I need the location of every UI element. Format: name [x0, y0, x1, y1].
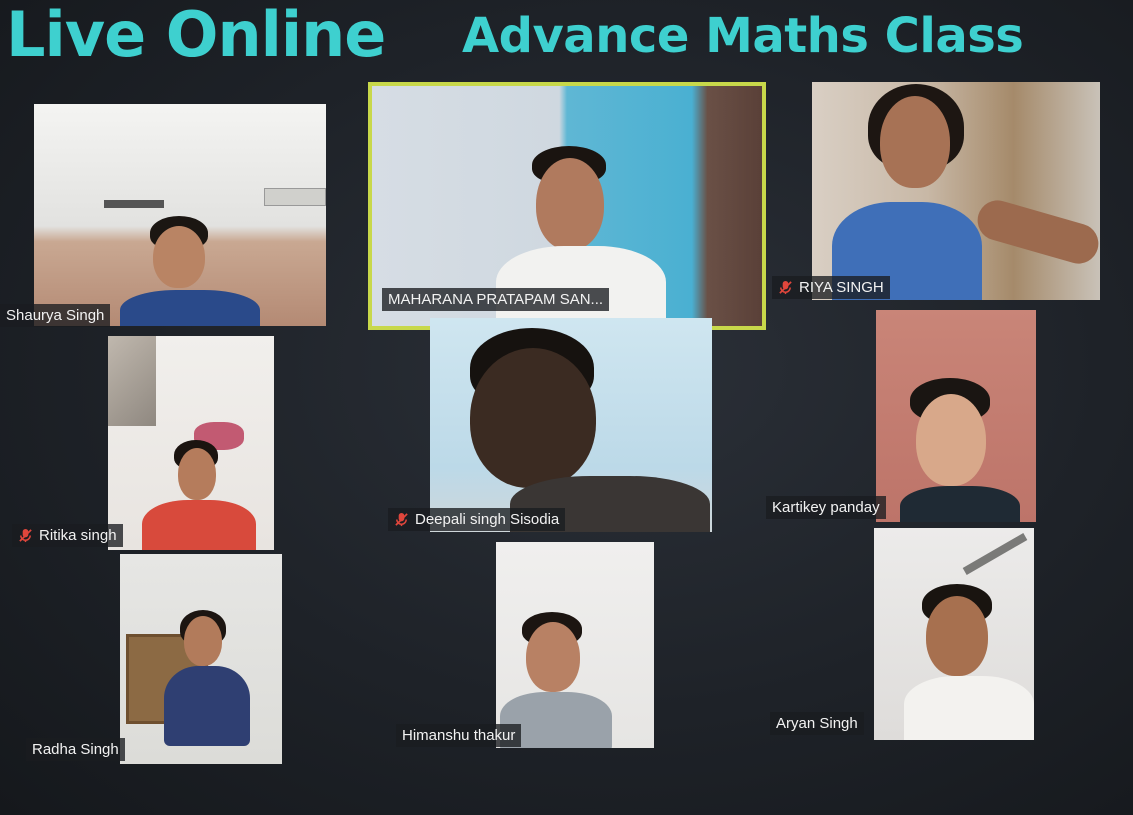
participant-name-label: Ritika singh: [12, 524, 123, 547]
participant-tile-aryan-singh[interactable]: Aryan Singh: [766, 526, 1046, 744]
participant-tile-deepali-singh-sisodia[interactable]: Deepali singh Sisodia: [388, 318, 718, 540]
participant-name-label: Shaurya Singh: [0, 304, 111, 327]
participant-name-label: Deepali singh Sisodia: [388, 508, 566, 531]
participant-tile-kartikey-panday[interactable]: Kartikey panday: [766, 310, 1046, 526]
mic-muted-icon: [779, 280, 792, 295]
title-class-name: Advance Maths Class: [462, 8, 1024, 64]
participant-name-label: Radha Singh: [26, 738, 125, 761]
participant-name: Radha Singh: [32, 741, 119, 758]
mic-muted-icon: [19, 528, 32, 543]
participant-video: [430, 318, 712, 532]
participant-name: Himanshu thakur: [402, 727, 516, 744]
participant-tile-host[interactable]: MAHARANA PRATAPAM SAN...: [368, 82, 766, 330]
participant-name: RIYA SINGH: [799, 279, 884, 296]
participant-video: [876, 310, 1036, 522]
participant-name: Aryan Singh: [776, 715, 858, 732]
participant-name: Shaurya Singh: [6, 307, 105, 324]
participant-video: [812, 82, 1100, 300]
participant-tile-radha-singh[interactable]: Radha Singh: [22, 552, 362, 774]
participant-name-label: Himanshu thakur: [396, 724, 522, 747]
participant-tile-himanshu-thakur[interactable]: Himanshu thakur: [392, 538, 672, 752]
title-live-online: Live Online: [6, 0, 386, 71]
participant-video: [34, 104, 326, 326]
participant-video: [108, 336, 274, 550]
participant-tile-shaurya-singh[interactable]: Shaurya Singh: [0, 98, 340, 332]
participant-name: MAHARANA PRATAPAM SAN...: [388, 291, 604, 308]
participant-name: Deepali singh Sisodia: [415, 511, 560, 528]
participant-name: Kartikey panday: [772, 499, 880, 516]
participant-video: [120, 554, 282, 764]
participant-tile-riya-singh[interactable]: RIYA SINGH: [772, 78, 1104, 308]
participant-name-label: MAHARANA PRATAPAM SAN...: [382, 288, 610, 311]
participant-name: Ritika singh: [39, 527, 117, 544]
participant-name-label: Aryan Singh: [770, 712, 864, 735]
page-title: Live Online Advance Maths Class: [0, 0, 1133, 80]
participant-tile-ritika-singh[interactable]: Ritika singh: [12, 336, 352, 552]
participant-name-label: Kartikey panday: [766, 496, 886, 519]
participant-video: [874, 528, 1034, 740]
mic-muted-icon: [395, 512, 408, 527]
participant-video: [496, 542, 654, 748]
participant-name-label: RIYA SINGH: [772, 276, 890, 299]
